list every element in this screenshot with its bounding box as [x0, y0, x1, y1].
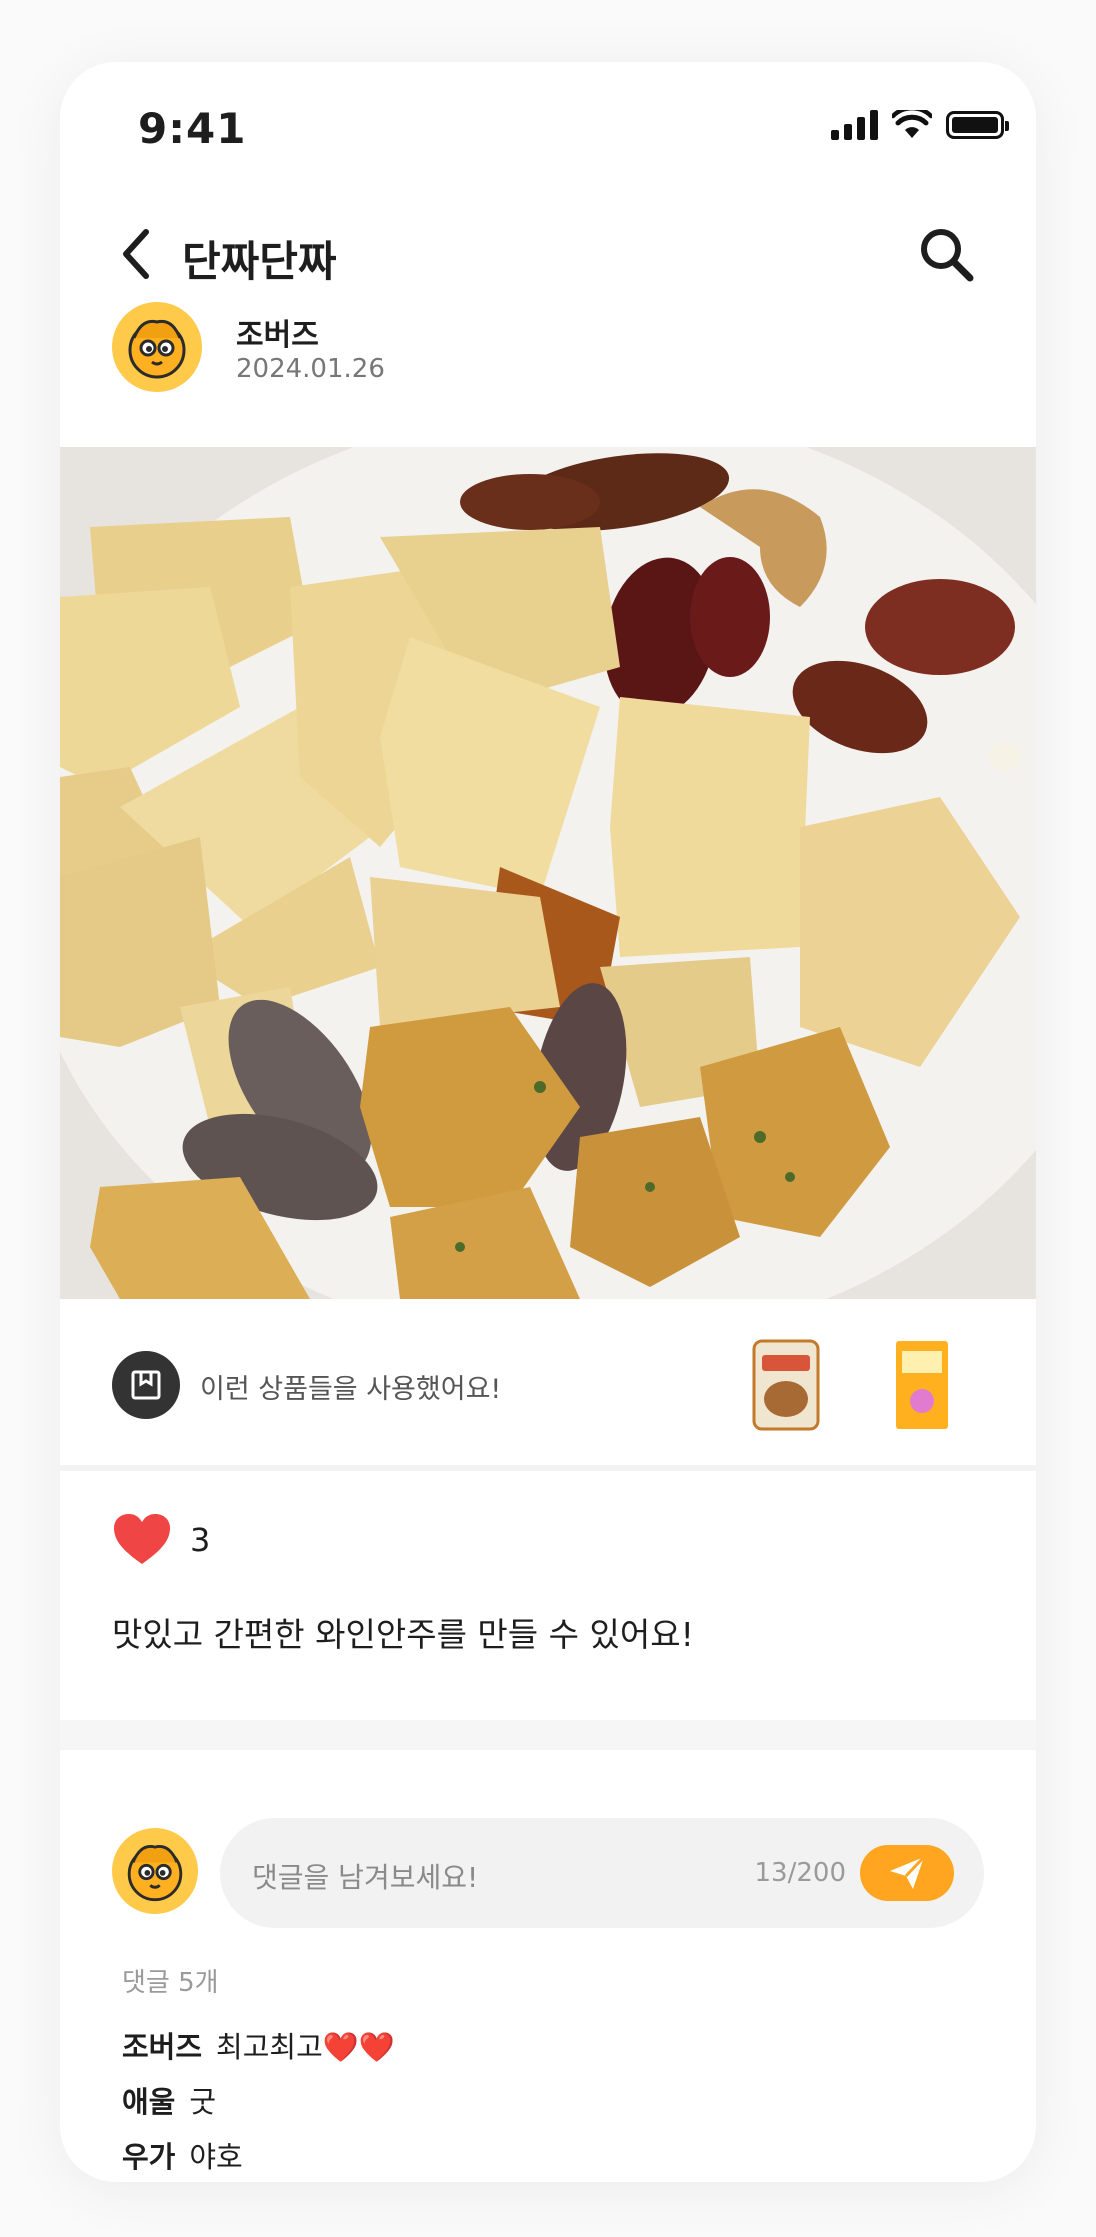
send-button[interactable] — [860, 1845, 954, 1901]
comment-user[interactable]: 애울 — [122, 2079, 175, 2121]
avatar — [112, 1828, 198, 1914]
comment-placeholder: 댓글을 남겨보세요! — [252, 1861, 479, 1894]
avatar[interactable] — [112, 302, 202, 392]
comment-text: 야호 — [189, 2139, 243, 2174]
used-products: 이런 상품들을 사용했어요! — [60, 1299, 1036, 1471]
product-box-icon — [112, 1351, 180, 1419]
status-time: 9:41 — [138, 104, 247, 153]
send-icon — [890, 1855, 926, 1889]
products-label: 이런 상품들을 사용했어요! — [200, 1374, 502, 1405]
page-title: 단짜단짜 — [182, 237, 337, 286]
comment-user[interactable]: 조버즈 — [122, 2024, 202, 2066]
comment-user[interactable]: 우가 — [122, 2134, 175, 2176]
like-count: 3 — [190, 1521, 211, 1559]
heart-icon[interactable] — [112, 1512, 172, 1568]
comment-text: 굿 — [189, 2084, 217, 2119]
status-icons — [831, 110, 1009, 140]
comment-item: 애울 굿 — [122, 2072, 395, 2127]
like-row: 3 — [112, 1510, 210, 1570]
status-bar: 9:41 — [60, 62, 1036, 192]
post-photo[interactable] — [60, 447, 1036, 1299]
author-name[interactable]: 조버즈 — [236, 310, 319, 354]
comment-count: 댓글 5개 — [122, 1968, 219, 1998]
battery-icon — [946, 111, 1009, 139]
product-thumbnail-2[interactable] — [886, 1337, 958, 1433]
nav-header: 단짜단짜 — [60, 212, 1036, 292]
comment-item: 조버즈 최고최고❤️❤️ — [122, 2017, 395, 2072]
signal-icon — [831, 110, 878, 140]
comment-input[interactable]: 댓글을 남겨보세요! 13/200 — [220, 1818, 984, 1928]
mascot-icon — [128, 319, 186, 379]
comment-item: 우가 야호 — [122, 2127, 395, 2182]
wifi-icon — [892, 110, 932, 138]
post-date: 2024.01.26 — [236, 354, 385, 384]
comment-text: 최고최고❤️❤️ — [216, 2029, 395, 2064]
phone-screen: 9:41 단짜단짜 조버즈 2024.01.26 이런 상품들을 사용했어요! … — [60, 62, 1036, 2182]
chevron-left-icon[interactable] — [116, 226, 156, 282]
section-divider — [60, 1720, 1036, 1750]
product-thumbnail-1[interactable] — [750, 1337, 822, 1433]
comment-composer: 댓글을 남겨보세요! 13/200 — [112, 1818, 992, 1928]
search-icon[interactable] — [916, 224, 976, 284]
post-author: 조버즈 2024.01.26 — [112, 302, 992, 402]
mascot-icon — [127, 1845, 183, 1902]
comment-list: 댓글 5개 조버즈 최고최고❤️❤️ 애울 굿 우가 야호 — [122, 1962, 395, 2182]
post-description: 맛있고 간편한 와인안주를 만들 수 있어요! — [112, 1615, 694, 1654]
char-counter: 13/200 — [754, 1858, 846, 1888]
